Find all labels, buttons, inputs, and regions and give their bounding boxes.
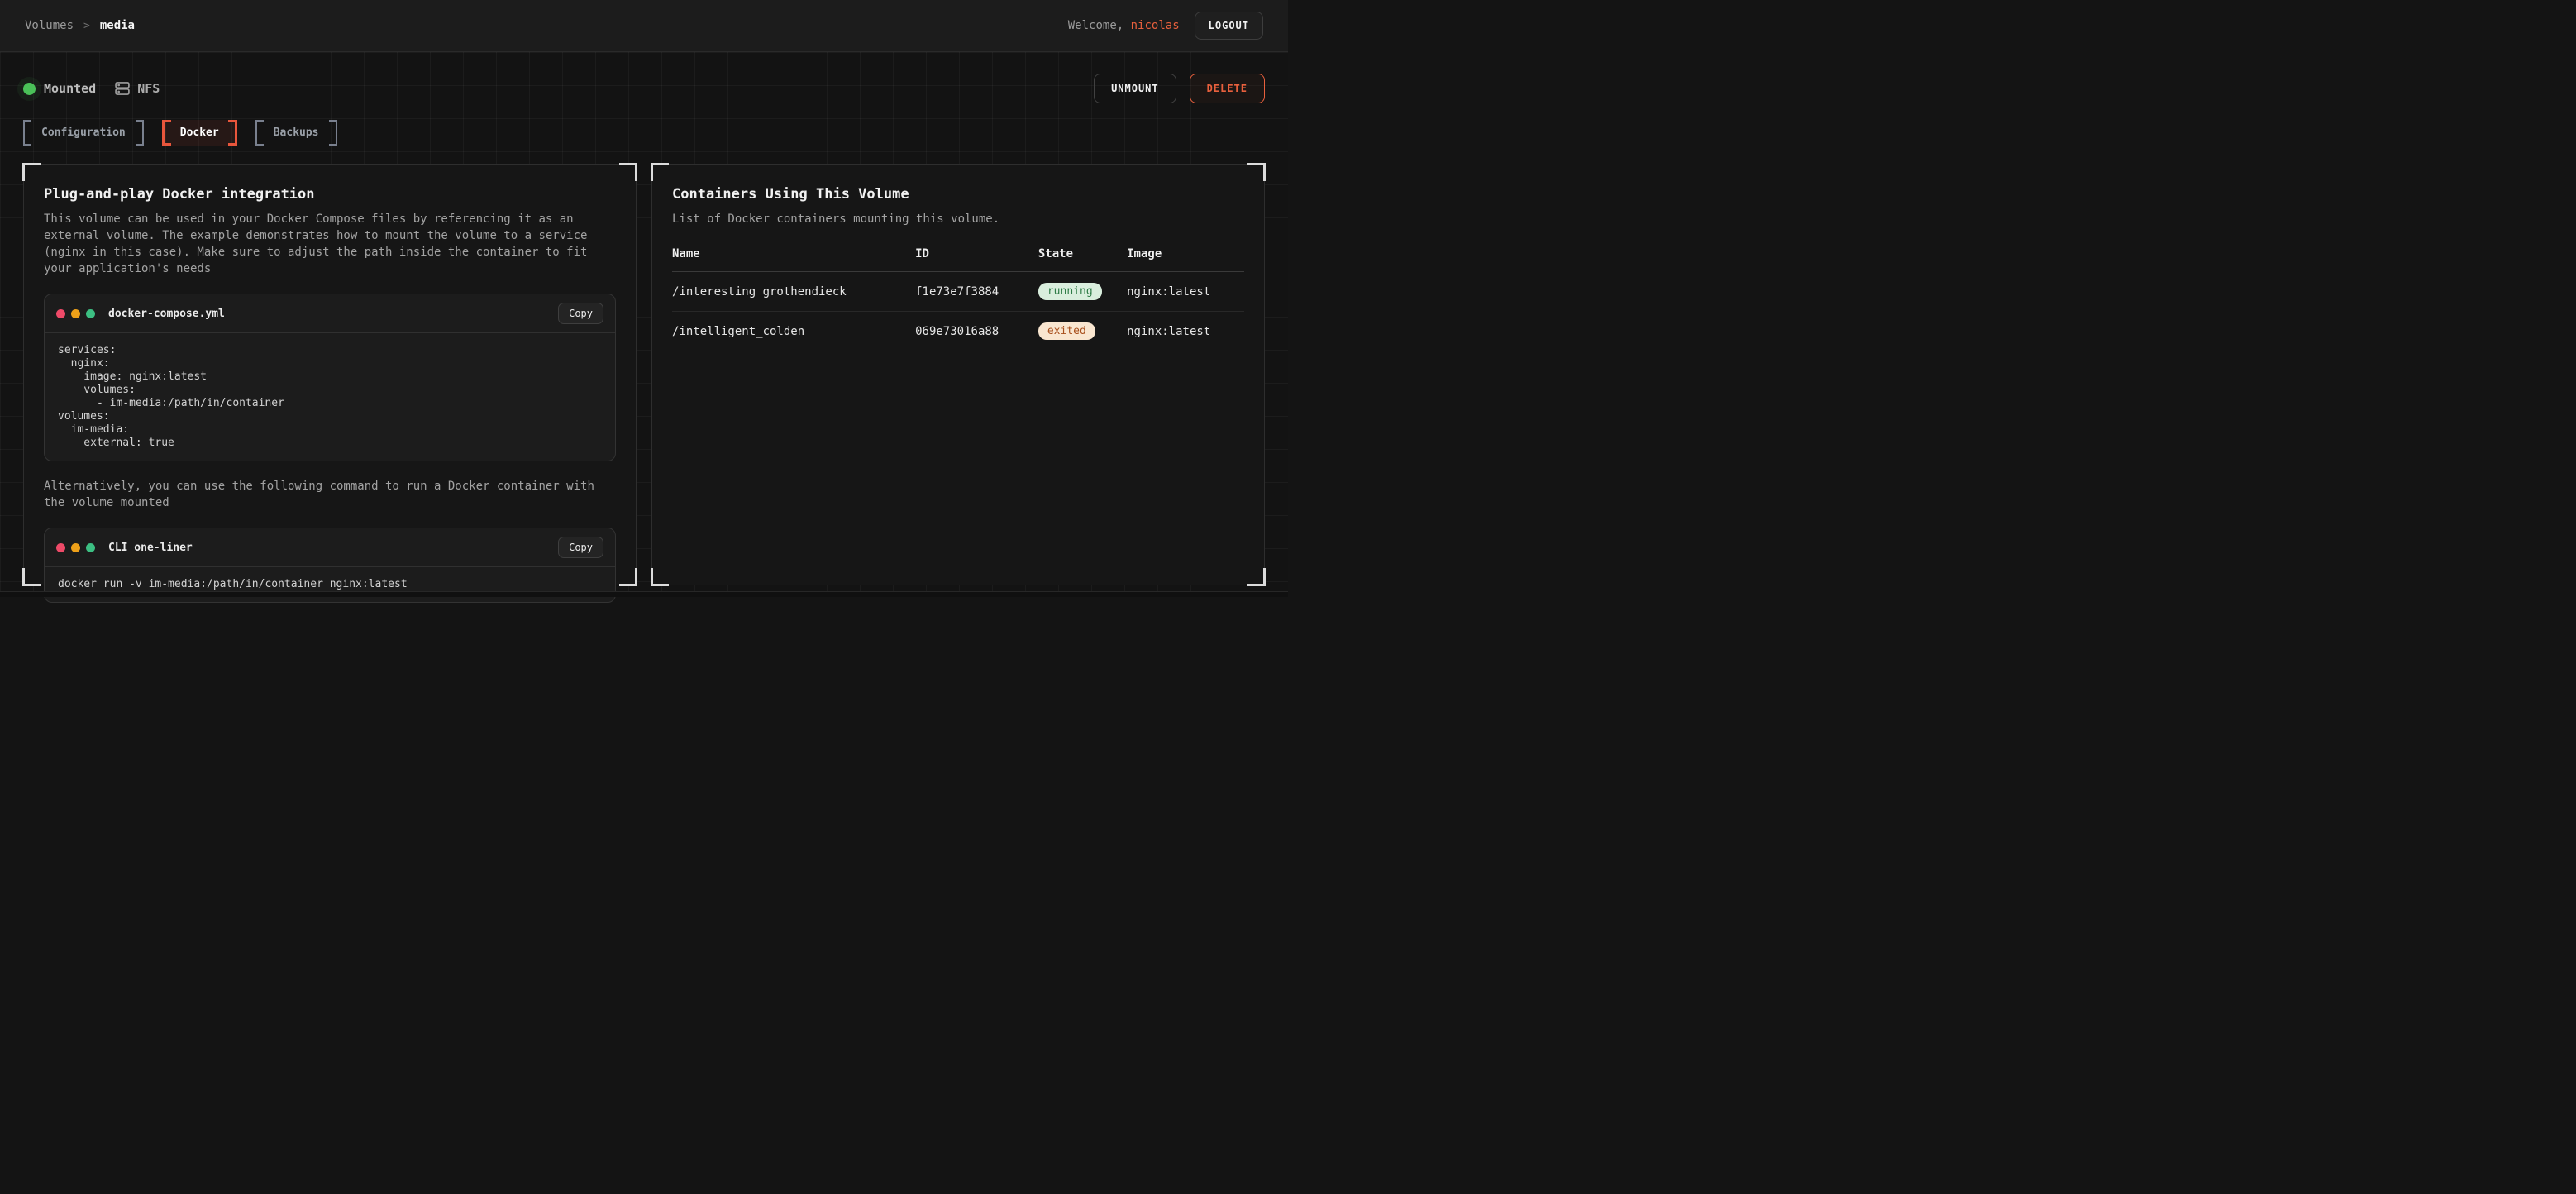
cli-filename: CLI one-liner	[108, 542, 193, 554]
panel-corner-accent	[1247, 568, 1266, 586]
containers-table-header: Name ID State Image	[672, 247, 1244, 272]
window-dot-green-icon	[86, 543, 95, 552]
copy-compose-button[interactable]: Copy	[558, 303, 603, 324]
panel-corner-accent	[651, 568, 669, 586]
breadcrumb: Volumes > media	[25, 19, 135, 32]
copy-cli-button[interactable]: Copy	[558, 537, 603, 558]
window-dots	[56, 309, 95, 318]
column-header-id: ID	[915, 247, 1038, 260]
column-header-image: Image	[1127, 247, 1244, 260]
window-dot-amber-icon	[71, 309, 80, 318]
window-dots	[56, 543, 95, 552]
panel-corner-accent	[1247, 163, 1266, 181]
window-dot-red-icon	[56, 309, 65, 318]
tab-docker[interactable]: Docker	[162, 120, 237, 146]
panel-corner-accent	[619, 163, 637, 181]
welcome-text: Welcome, nicolas	[1068, 19, 1180, 32]
mount-status: Mounted	[23, 81, 96, 96]
bottom-strip	[0, 591, 1288, 597]
main-area: Mounted NFS UNMOUNT DELETE Configurati	[0, 52, 1288, 597]
docker-integration-panel: Plug-and-play Docker integration This vo…	[23, 164, 637, 585]
volume-driver: NFS	[114, 80, 160, 97]
window-dot-green-icon	[86, 309, 95, 318]
state-badge: exited	[1038, 322, 1095, 340]
compose-code-block: docker-compose.yml Copy services: nginx:…	[44, 294, 616, 461]
breadcrumb-volumes-link[interactable]: Volumes	[25, 19, 74, 32]
container-name-cell: /intelligent_colden	[672, 325, 915, 338]
driver-label: NFS	[137, 81, 160, 96]
breadcrumb-current-volume: media	[100, 19, 135, 32]
panel-corner-accent	[22, 163, 41, 181]
container-id-cell: 069e73016a88	[915, 325, 1038, 338]
window-dot-amber-icon	[71, 543, 80, 552]
panel-corner-accent	[22, 568, 41, 586]
containers-table: Name ID State Image /interesting_grothen…	[672, 247, 1244, 351]
tab-configuration[interactable]: Configuration	[23, 120, 144, 146]
mounted-status-dot	[23, 83, 36, 95]
containers-panel: Containers Using This Volume List of Doc…	[651, 164, 1265, 585]
mount-status-label: Mounted	[44, 81, 96, 96]
cli-intro-text: Alternatively, you can use the following…	[44, 478, 616, 511]
server-icon	[114, 80, 131, 97]
container-name-cell: /interesting_grothendieck	[672, 285, 915, 298]
welcome-prefix: Welcome,	[1068, 19, 1123, 32]
unmount-button[interactable]: UNMOUNT	[1094, 74, 1176, 103]
state-badge: running	[1038, 283, 1102, 300]
compose-filename: docker-compose.yml	[108, 308, 225, 320]
window-dot-red-icon	[56, 543, 65, 552]
username: nicolas	[1131, 19, 1180, 32]
docker-panel-title: Plug-and-play Docker integration	[44, 186, 616, 203]
delete-button[interactable]: DELETE	[1190, 74, 1265, 103]
panel-corner-accent	[651, 163, 669, 181]
containers-table-body: /interesting_grothendieckf1e73e7f3884run…	[672, 272, 1244, 351]
top-bar: Volumes > media Welcome, nicolas LOGOUT	[0, 0, 1288, 52]
panel-corner-accent	[619, 568, 637, 586]
container-id-cell: f1e73e7f3884	[915, 285, 1038, 298]
chevron-right-icon: >	[83, 20, 90, 32]
compose-code-text: services: nginx: image: nginx:latest vol…	[45, 333, 615, 461]
containers-panel-description: List of Docker containers mounting this …	[672, 211, 1244, 227]
column-header-name: Name	[672, 247, 915, 260]
table-row: /interesting_grothendieckf1e73e7f3884run…	[672, 272, 1244, 312]
logout-button[interactable]: LOGOUT	[1195, 12, 1263, 40]
tab-bar: Configuration Docker Backups	[0, 103, 1288, 146]
table-row: /intelligent_colden069e73016a88exited ngi…	[672, 312, 1244, 351]
container-image-cell: nginx:latest	[1127, 285, 1244, 298]
containers-panel-title: Containers Using This Volume	[672, 186, 1244, 203]
tab-backups[interactable]: Backups	[255, 120, 337, 146]
container-image-cell: nginx:latest	[1127, 325, 1244, 338]
docker-panel-description: This volume can be used in your Docker C…	[44, 211, 616, 277]
column-header-state: State	[1038, 247, 1127, 260]
